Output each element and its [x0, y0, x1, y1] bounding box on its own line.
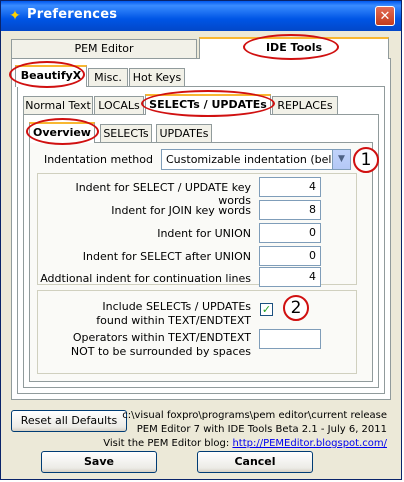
union-indent-input[interactable]: 0	[259, 223, 321, 243]
field-label: Indent for SELECT after UNION	[82, 250, 251, 263]
tab-label: Overview	[33, 126, 91, 139]
tab-label: Misc.	[94, 71, 122, 84]
tab-ide-tools[interactable]: IDE Tools	[199, 37, 389, 59]
dropdown-value: Customizable indentation (belo	[166, 153, 339, 166]
reset-all-defaults-button[interactable]: Reset all Defaults	[11, 410, 127, 432]
tab-misc[interactable]: Misc.	[88, 68, 128, 87]
indentation-method-dropdown[interactable]: Customizable indentation (belo ▼	[161, 149, 351, 170]
tab-overview[interactable]: Overview	[29, 122, 95, 143]
select-update-indent-input[interactable]: 4	[259, 177, 321, 197]
tab-label: SELECTs	[103, 127, 149, 140]
tab-locals[interactable]: LOCALs	[94, 96, 144, 115]
tab-label: REPLACEs	[277, 99, 333, 112]
close-icon: ✕	[379, 9, 391, 24]
tab-selects[interactable]: SELECTs	[100, 124, 152, 143]
annotation-callout-1: 1	[353, 147, 379, 173]
window-title: Preferences	[27, 7, 118, 22]
version-text: PEM Editor 7 with IDE Tools Beta 2.1 - J…	[136, 424, 387, 435]
app-fox-icon: ✦	[9, 8, 21, 24]
tab-hot-keys[interactable]: Hot Keys	[129, 68, 185, 87]
blog-line: Visit the PEM Editor blog: http://PEMEdi…	[103, 437, 387, 450]
close-button[interactable]: ✕	[375, 6, 395, 26]
indentation-method-label: Indentation method	[43, 153, 153, 166]
blog-prefix-text: Visit the PEM Editor blog:	[103, 438, 230, 449]
title-bar[interactable]: ✦ Preferences ✕	[1, 1, 401, 31]
tab-label: IDE Tools	[265, 41, 323, 54]
operators-label-line-2: NOT to be surrounded by spaces	[70, 345, 251, 358]
checkmark-icon: ✓	[261, 303, 272, 316]
annotation-callout-2: 2	[283, 295, 309, 321]
install-path-text: c:\visual foxpro\programs\pem editor\cur…	[122, 410, 387, 421]
tab-label: SELECTs / UPDATEs	[149, 98, 267, 111]
tab-label: Normal Text	[25, 99, 91, 112]
include-label-line-1: Include SELECTs / UPDATEs	[102, 300, 251, 313]
operators-input[interactable]	[259, 329, 321, 349]
tab-label: LOCALs	[98, 99, 140, 112]
tab-replaces[interactable]: REPLACEs	[272, 96, 338, 115]
operators-textendtext-label: Operators within TEXT/ENDTEXT NOT to be …	[61, 331, 251, 359]
tab-label: UPDATEs	[159, 127, 209, 140]
continuation-indent-input[interactable]: 4	[259, 267, 321, 287]
field-label: Indent for UNION	[157, 227, 251, 240]
include-textendtext-label: Include SELECTs / UPDATEs found within T…	[61, 300, 251, 328]
save-button[interactable]: Save	[41, 451, 157, 473]
tab-selects-updates[interactable]: SELECTs / UPDATEs	[145, 94, 271, 115]
tab-normal-text[interactable]: Normal Text	[23, 96, 93, 115]
join-indent-input[interactable]: 8	[259, 200, 321, 220]
tab-label: PEM Editor	[74, 42, 134, 55]
include-label-line-2: found within TEXT/ENDTEXT	[96, 314, 251, 327]
operators-label-line-1: Operators within TEXT/ENDTEXT	[72, 331, 251, 344]
tab-beautifyx[interactable]: BeautifyX	[15, 65, 87, 87]
tab-label: BeautifyX	[20, 69, 82, 82]
preferences-window: ✦ Preferences ✕ PEM Editor IDE Tools Bea…	[0, 0, 402, 480]
cancel-button[interactable]: Cancel	[197, 451, 313, 473]
tab-pem-editor[interactable]: PEM Editor	[11, 39, 197, 59]
include-textendtext-checkbox[interactable]: ✓	[260, 303, 273, 316]
chevron-down-icon[interactable]: ▼	[332, 150, 350, 169]
tab-updates[interactable]: UPDATEs	[156, 124, 212, 143]
field-label: Addtional indent for continuation lines	[40, 272, 251, 285]
tab-label: Hot Keys	[132, 71, 182, 84]
field-label: Indent for JOIN key words	[111, 204, 251, 217]
blog-link[interactable]: http://PEMEditor.blogspot.com/	[232, 438, 387, 449]
select-after-union-indent-input[interactable]: 0	[259, 246, 321, 266]
